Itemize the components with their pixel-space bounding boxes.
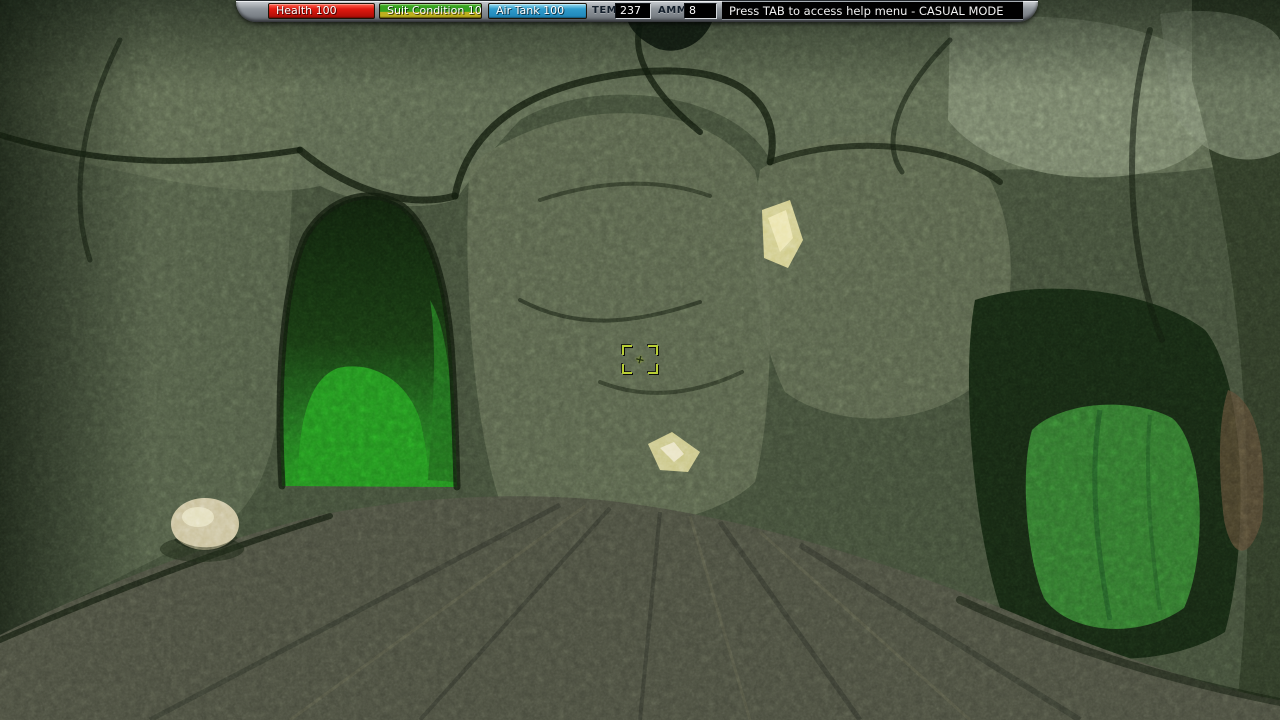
crosshair-corner-top-right [648, 345, 658, 355]
suit-condition-bar-label: Suit Condition 100 [387, 4, 482, 17]
crosshair-corner-top-left [622, 345, 632, 355]
game-viewport[interactable]: + Health 100 Suit Condition 100 Air Tank… [0, 0, 1280, 720]
air-tank-bar: Air Tank 100 [488, 3, 587, 19]
air-tank-bar-label: Air Tank 100 [496, 4, 564, 17]
health-bar: Health 100 [268, 3, 375, 19]
ammo-readout: 8 [684, 3, 717, 19]
help-message-text: Press TAB to access help menu - CASUAL M… [729, 4, 1004, 18]
ammo-value: 8 [689, 4, 696, 17]
crosshair-center: + [634, 352, 647, 366]
health-bar-label: Health 100 [276, 4, 337, 17]
hud-bar: Health 100 Suit Condition 100 Air Tank 1… [0, 0, 1280, 26]
suit-condition-bar: Suit Condition 100 [379, 3, 482, 19]
crosshair-corner-bottom-left [622, 364, 632, 374]
temp-value: 237 [620, 4, 641, 17]
temp-readout: 237 [615, 3, 651, 19]
crosshair-corner-bottom-right [648, 364, 658, 374]
help-message-bar: Press TAB to access help menu - CASUAL M… [722, 1, 1023, 20]
crosshair: + [622, 345, 658, 374]
